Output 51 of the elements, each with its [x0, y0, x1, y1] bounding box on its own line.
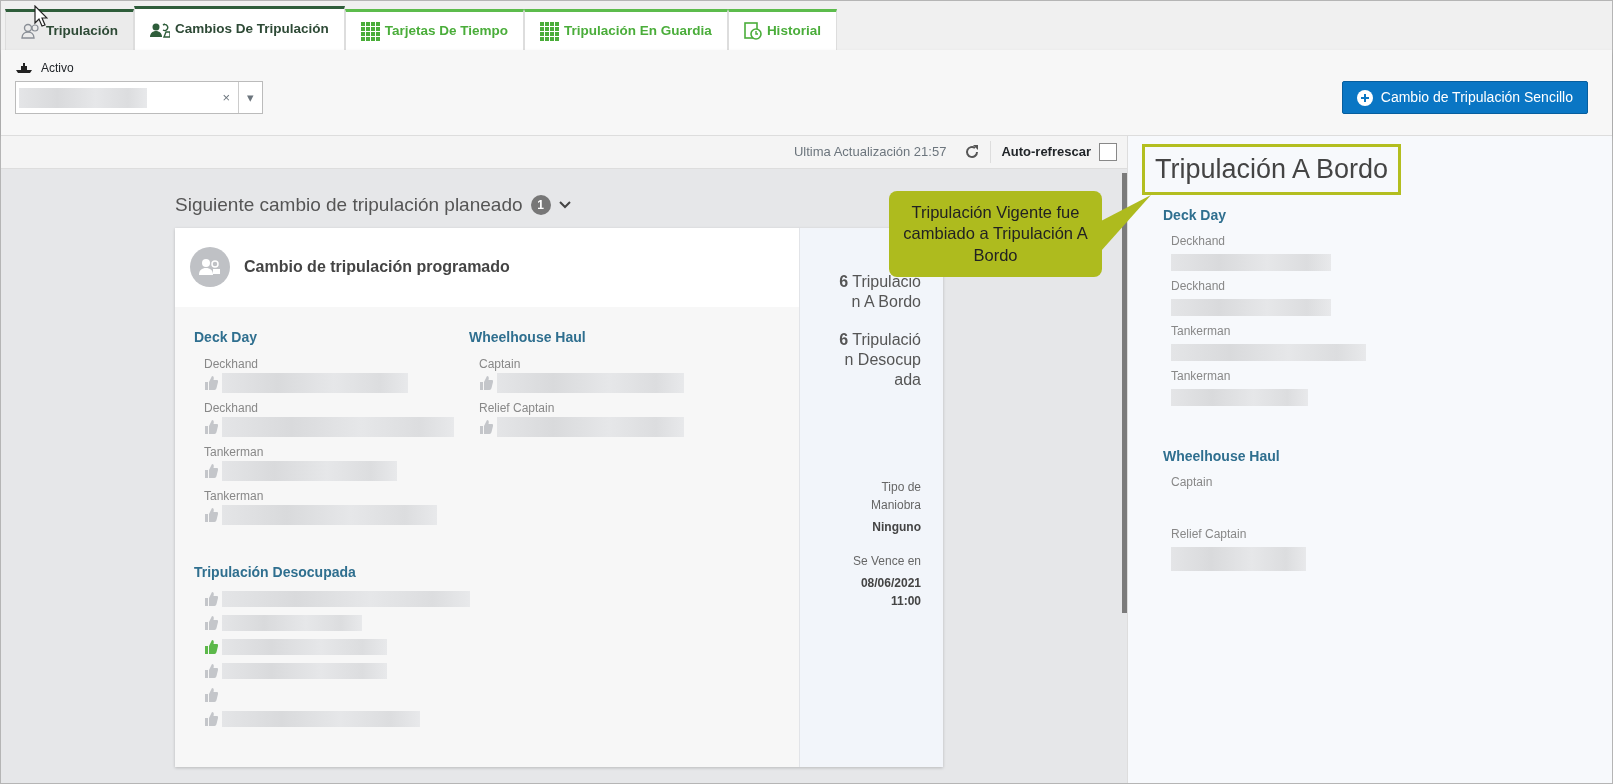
role-label: Captain — [1171, 473, 1214, 491]
section-title: Tripulación A Bordo — [1142, 144, 1402, 195]
field-label: Activo — [41, 60, 74, 77]
group-name: Tripulación Desocupada — [194, 562, 357, 582]
section-heading: Siguiente cambio de tripulación planeado — [175, 193, 523, 217]
history-icon — [743, 22, 762, 40]
detail-value: 08/06/2021 11:00 — [859, 574, 921, 610]
dropdown-caret[interactable]: ▾ — [238, 82, 262, 113]
tab[interactable]: Cambios De Tripulación — [134, 6, 345, 50]
auto-refresh-label: Auto-refrescar — [1001, 143, 1092, 162]
role-label: Tankerman — [1171, 367, 1232, 385]
tab[interactable]: Tripulación En Guardia — [524, 9, 728, 50]
crew-avatar-icon — [190, 247, 230, 287]
grid-icon — [360, 21, 380, 41]
clear-button[interactable]: × — [214, 87, 238, 108]
refresh-icon[interactable] — [964, 144, 981, 160]
crew-count-text: 6 Tripulación Desocupada — [838, 329, 921, 390]
count-badge: 1 — [530, 195, 551, 216]
scrollbar[interactable] — [1122, 173, 1127, 613]
role-label: Tankerman — [1171, 322, 1232, 340]
group-name: Wheelhouse Haul — [1163, 446, 1281, 466]
plus-circle-icon — [1356, 89, 1373, 106]
role-label: Relief Captain — [479, 399, 556, 417]
mouse-pointer-icon — [34, 5, 48, 27]
detail-label: Tipo de Maniobra — [869, 478, 921, 514]
people-icon — [150, 21, 170, 38]
detail-label: Se Vence en — [851, 552, 921, 570]
grid-icon — [540, 21, 560, 41]
people-icon — [21, 23, 41, 39]
card-title: Cambio de tripulación programado — [244, 257, 510, 277]
role-label: Tankerman — [204, 487, 265, 505]
last-update-text: Ultima Actualización 21:57 — [793, 143, 948, 162]
tab[interactable]: Tripulación — [5, 9, 134, 50]
role-label: Relief Captain — [1171, 525, 1248, 543]
role-label: Captain — [479, 355, 522, 373]
auto-refresh-checkbox[interactable] — [1099, 143, 1117, 161]
add-crew-change-button[interactable]: Cambio de Tripulación Sencillo — [1341, 81, 1588, 114]
chevron-icon[interactable] — [558, 201, 571, 210]
role-label: Deckhand — [204, 355, 260, 373]
group-name: Wheelhouse Haul — [469, 327, 587, 347]
role-label: Tankerman — [204, 443, 265, 461]
role-label: Deckhand — [204, 399, 260, 417]
tab[interactable]: Historial — [727, 9, 837, 50]
asset-select[interactable]: × ▾ — [15, 81, 263, 114]
group-name: Deck Day — [1163, 205, 1228, 225]
detail-value: Ninguno — [871, 518, 921, 536]
ship-icon — [15, 63, 33, 73]
role-label: Deckhand — [1171, 232, 1227, 250]
group-name: Deck Day — [194, 327, 259, 347]
role-label: Deckhand — [1171, 277, 1227, 295]
tab[interactable]: Tarjetas De Tiempo — [344, 9, 525, 50]
